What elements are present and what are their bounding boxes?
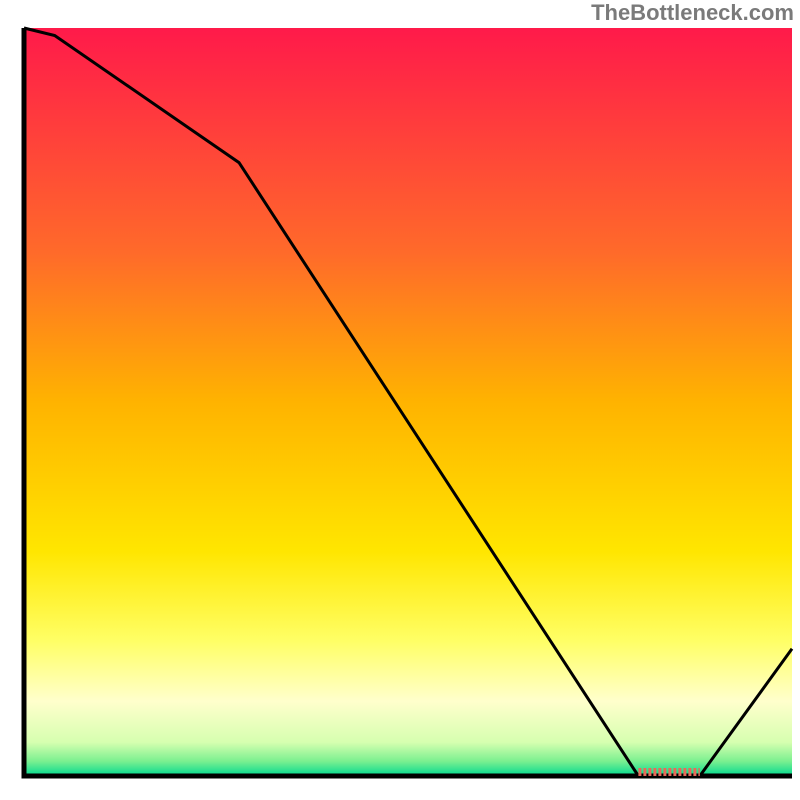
chart-container: TheBottleneck.com <box>0 0 800 800</box>
chart-svg <box>0 0 800 800</box>
plot-background <box>24 28 792 776</box>
attribution-text: TheBottleneck.com <box>591 0 794 26</box>
